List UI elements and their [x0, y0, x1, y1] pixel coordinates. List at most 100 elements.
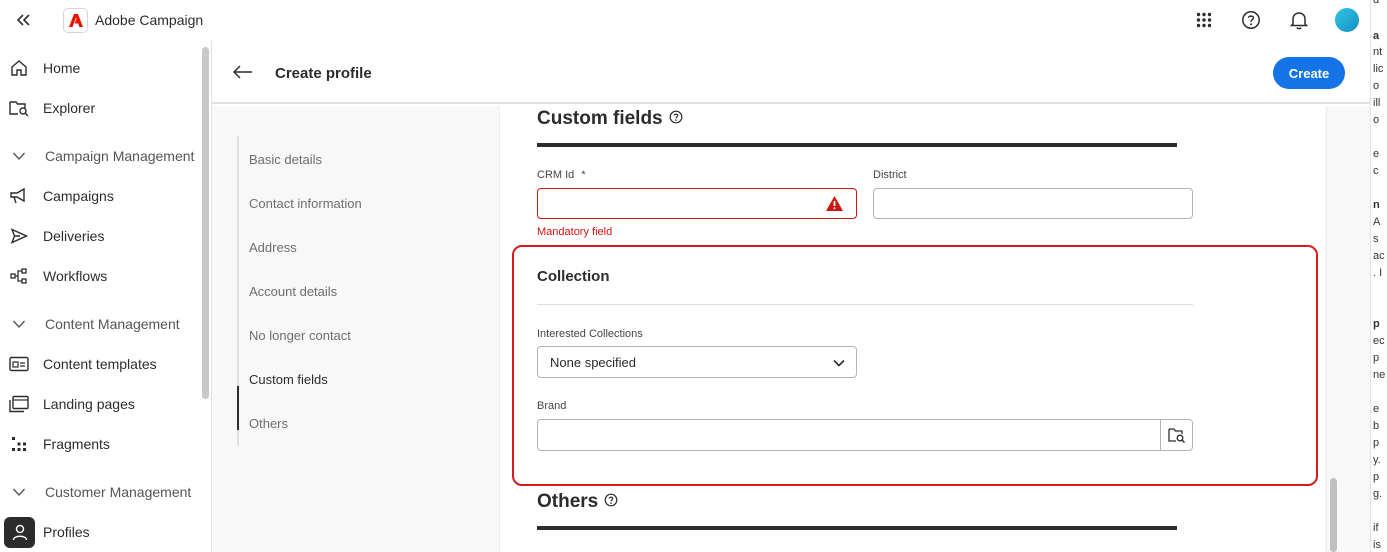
edge-text: p [1373, 318, 1380, 330]
others-heading: Others [537, 491, 618, 513]
crm-id-input[interactable] [537, 188, 857, 219]
edge-text: s [1373, 233, 1379, 245]
explorer-icon [9, 98, 29, 118]
create-button[interactable]: Create [1273, 57, 1345, 89]
collection-divider [537, 304, 1193, 305]
section-divider [537, 526, 1177, 530]
edge-text: y. [1373, 454, 1381, 466]
sidebar-section-label: Campaign Management [45, 148, 195, 164]
sidebar-item-fragments[interactable]: Fragments [0, 428, 199, 460]
step-address[interactable]: Address [249, 240, 297, 255]
edge-text: e [1373, 403, 1380, 415]
required-mark: * [581, 169, 586, 181]
section-title: Others [537, 491, 599, 512]
edge-text: n [1373, 199, 1380, 211]
interested-collections-select[interactable]: None specified [537, 346, 857, 378]
edge-text: c [1373, 165, 1379, 177]
sidebar-item-workflows[interactable]: Workflows [0, 260, 199, 292]
sidebar-item-label: Explorer [43, 100, 96, 116]
sidebar-item-label: Campaigns [43, 188, 114, 204]
bell-icon[interactable] [1288, 9, 1310, 31]
edge-text: o [1373, 114, 1380, 126]
sidebar-item-label: Deliveries [43, 228, 105, 244]
collapse-sidebar-icon[interactable] [14, 10, 34, 30]
edge-text: nt [1373, 46, 1383, 58]
sidebar-item-label: Home [43, 60, 81, 76]
edge-text: a [1373, 30, 1380, 42]
edge-text: d [1373, 0, 1380, 6]
sidebar-section-content-management[interactable]: Content Management [0, 308, 199, 340]
home-icon [9, 58, 29, 78]
sidebar-section-customer-management[interactable]: Customer Management [0, 476, 199, 508]
step-contact-information[interactable]: Contact information [249, 196, 362, 211]
collection-title: Collection [537, 268, 610, 285]
district-label: District [873, 169, 907, 181]
district-input[interactable] [873, 188, 1193, 219]
edge-text: p [1373, 471, 1380, 483]
edge-text: if [1373, 522, 1379, 534]
sidebar: Home Explorer Campaign Management Campai… [0, 40, 199, 552]
step-custom-fields[interactable]: Custom fields [249, 372, 328, 387]
top-bar: Adobe Campaign [0, 0, 1370, 40]
fragments-icon [9, 434, 29, 454]
edge-text: ne [1373, 369, 1386, 381]
chevron-down-icon [832, 356, 846, 370]
sidebar-item-label: Workflows [43, 268, 108, 284]
sidebar-section-label: Customer Management [45, 484, 192, 500]
sidebar-scrollbar[interactable] [202, 47, 209, 399]
edge-text: p [1373, 437, 1380, 449]
page-title: Create profile [275, 65, 372, 82]
megaphone-icon [9, 186, 29, 206]
crm-id-label: CRM Id * [537, 169, 586, 181]
sidebar-item-label: Profiles [43, 524, 90, 540]
edge-text: g. [1373, 488, 1383, 500]
step-navigation: Basic details Contact information Addres… [237, 136, 397, 446]
custom-fields-heading: Custom fields [537, 108, 683, 130]
brand-input[interactable] [537, 419, 1161, 451]
content-area: Basic details Contact information Addres… [212, 106, 1370, 552]
sidebar-item-home[interactable]: Home [0, 52, 199, 84]
folder-search-icon[interactable] [1160, 419, 1193, 451]
edge-text: is [1373, 539, 1381, 551]
content-scrollbar[interactable] [1330, 478, 1337, 552]
help-icon[interactable] [1240, 9, 1262, 31]
sidebar-item-label: Landing pages [43, 396, 135, 412]
sidebar-item-deliveries[interactable]: Deliveries [0, 220, 199, 252]
adobe-logo-icon[interactable] [63, 8, 88, 33]
sidebar-item-landing-pages[interactable]: Landing pages [0, 388, 199, 420]
step-others[interactable]: Others [249, 416, 288, 431]
sidebar-item-content-templates[interactable]: Content templates [0, 348, 199, 380]
sidebar-section-label: Content Management [45, 316, 180, 332]
select-value: None specified [550, 355, 636, 370]
section-divider [537, 143, 1177, 147]
sidebar-item-label: Content templates [43, 356, 157, 372]
section-title: Custom fields [537, 108, 663, 129]
edge-text: ill [1373, 97, 1381, 109]
background-document-strip: d a nt lic o ill o e c n A s ac . I p ec… [1370, 0, 1387, 552]
page-header: Create profile Create [212, 40, 1370, 104]
send-icon [9, 226, 29, 246]
step-account-details[interactable]: Account details [249, 284, 337, 299]
step-no-longer-contact[interactable]: No longer contact [249, 328, 351, 343]
sidebar-item-profiles[interactable]: Profiles [0, 516, 199, 548]
edge-text: p [1373, 352, 1380, 364]
apps-grid-icon[interactable] [1193, 9, 1215, 31]
avatar[interactable] [1335, 8, 1359, 32]
chevron-down-icon [9, 146, 29, 166]
workflow-icon [9, 266, 29, 286]
sidebar-item-campaigns[interactable]: Campaigns [0, 180, 199, 212]
step-basic-details[interactable]: Basic details [249, 152, 322, 167]
edge-text: A [1373, 216, 1381, 228]
edge-text: ec [1373, 335, 1385, 347]
back-arrow-icon[interactable] [232, 62, 254, 82]
crm-id-label-text: CRM Id [537, 169, 575, 181]
alert-icon [825, 195, 844, 217]
crm-id-error: Mandatory field [537, 226, 613, 238]
info-icon[interactable] [669, 108, 683, 130]
info-icon[interactable] [604, 491, 618, 513]
template-icon [9, 354, 29, 374]
sidebar-item-explorer[interactable]: Explorer [0, 92, 199, 124]
interested-collections-label: Interested Collections [537, 328, 643, 340]
sidebar-section-campaign-management[interactable]: Campaign Management [0, 140, 199, 172]
edge-text: o [1373, 80, 1380, 92]
